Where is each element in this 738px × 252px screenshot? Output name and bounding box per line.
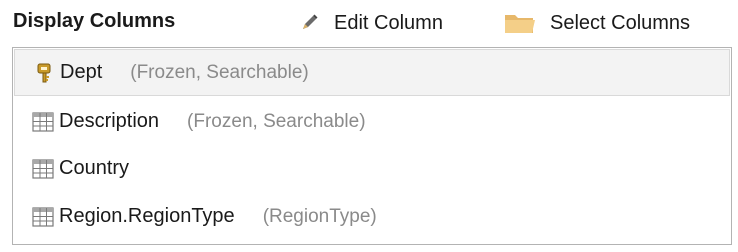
pencil-icon — [298, 12, 320, 34]
select-columns-label: Select Columns — [550, 11, 691, 34]
folder-icon — [503, 10, 537, 36]
edit-column-label: Edit Column — [334, 11, 443, 34]
column-flags: (Frozen, Searchable) — [130, 61, 309, 83]
grid-icon — [32, 158, 54, 180]
column-name: Description — [59, 110, 160, 132]
column-name: Country — [59, 157, 130, 179]
column-name: Dept — [60, 61, 103, 83]
columns-list: Dept (Frozen, Searchable) Description (F… — [12, 47, 732, 245]
list-item[interactable]: Description (Frozen, Searchable) — [14, 98, 730, 145]
grid-icon — [32, 206, 54, 228]
key-icon — [33, 62, 55, 84]
column-flags: (Frozen, Searchable) — [187, 110, 366, 132]
list-item[interactable]: Country — [14, 145, 730, 192]
column-flags: (RegionType) — [262, 205, 377, 227]
toolbar: Display Columns Edit Column Select Colum… — [0, 0, 738, 46]
column-name: Region.RegionType — [59, 205, 235, 227]
grid-icon — [32, 111, 54, 133]
panel-title: Display Columns — [13, 10, 176, 32]
list-item[interactable]: Dept (Frozen, Searchable) — [14, 49, 730, 96]
edit-column-button[interactable]: Edit Column — [298, 6, 443, 40]
select-columns-button[interactable]: Select Columns — [503, 6, 690, 40]
list-item[interactable]: Region.RegionType (RegionType) — [14, 193, 730, 240]
